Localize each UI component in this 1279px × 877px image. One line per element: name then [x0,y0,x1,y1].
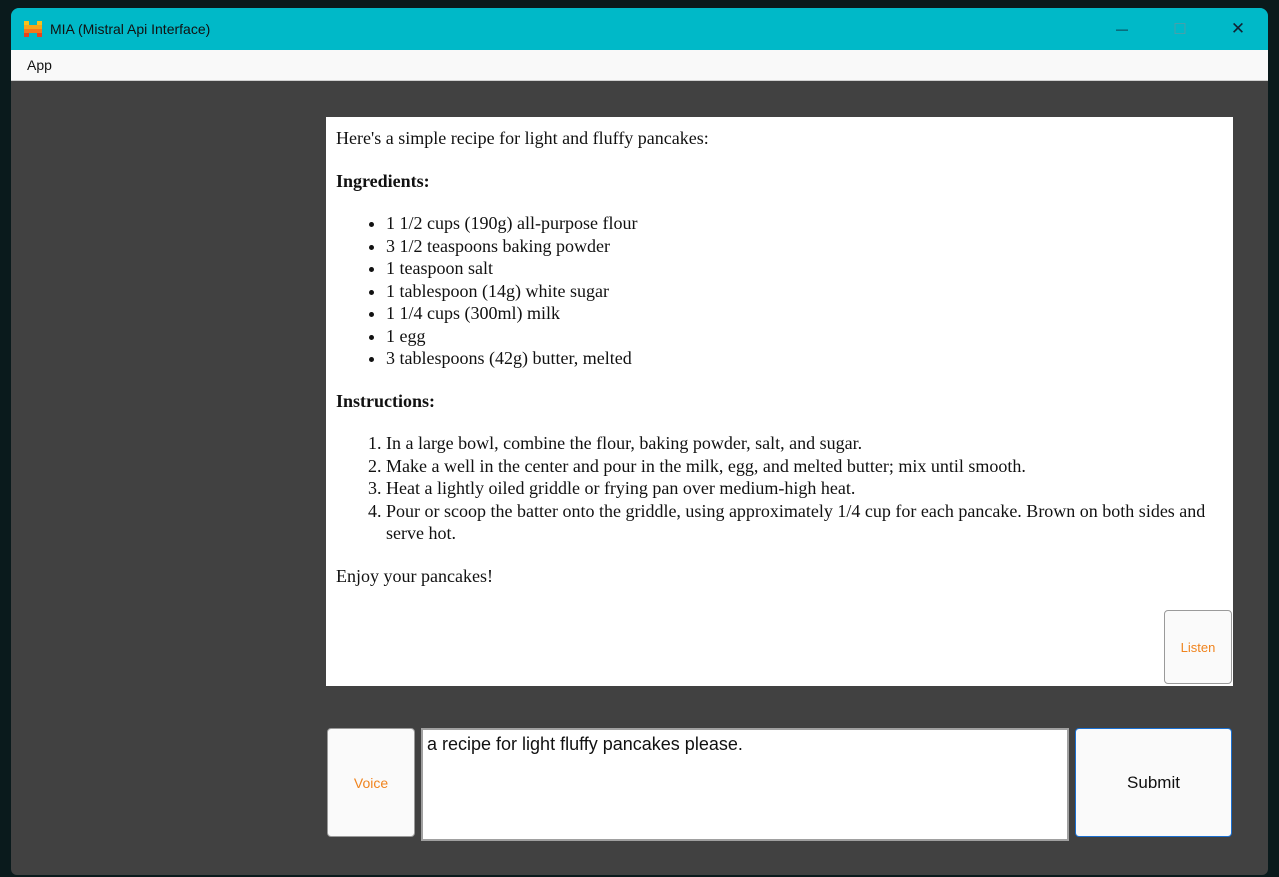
prompt-input[interactable]: a recipe for light fluffy pancakes pleas… [421,728,1069,841]
instructions-list: In a large bowl, combine the flour, baki… [336,432,1223,545]
ingredient-item: 1 1/2 cups (190g) all-purpose flour [386,212,1223,235]
maximize-button[interactable]: ☐ [1151,8,1209,50]
maximize-icon: ☐ [1173,21,1187,38]
voice-button[interactable]: Voice [327,728,415,837]
submit-button[interactable]: Submit [1075,728,1232,837]
ingredients-heading: Ingredients: [336,170,430,191]
ingredient-item: 3 1/2 teaspoons baking powder [386,235,1223,258]
ingredient-item: 1 tablespoon (14g) white sugar [386,280,1223,303]
close-icon: ✕ [1230,19,1246,38]
ingredient-item: 1 teaspoon salt [386,257,1223,280]
instructions-heading: Instructions: [336,390,436,411]
ingredients-list: 1 1/2 cups (190g) all-purpose flour 3 1/… [336,212,1223,370]
minimize-button[interactable]: — [1093,8,1151,50]
ingredient-item: 3 tablespoons (42g) butter, melted [386,347,1223,370]
instruction-step: Heat a lightly oiled griddle or frying p… [386,477,1223,500]
listen-button[interactable]: Listen [1164,610,1232,684]
ingredient-item: 1 egg [386,325,1223,348]
response-closing: Enjoy your pancakes! [336,565,493,586]
response-intro: Here's a simple recipe for light and flu… [336,128,709,148]
title-bar[interactable]: MIA (Mistral Api Interface) — ☐ ✕ [11,8,1268,50]
instruction-step: Make a well in the center and pour in th… [386,455,1223,478]
minimize-icon: — [1116,22,1128,36]
response-panel: Here's a simple recipe for light and flu… [326,117,1233,686]
app-window: MIA (Mistral Api Interface) — ☐ ✕ App He… [11,8,1268,875]
instruction-step: Pour or scoop the batter onto the griddl… [386,500,1223,545]
menu-bar: App [11,50,1268,81]
app-logo-icon [24,21,42,37]
instruction-step: In a large bowl, combine the flour, baki… [386,432,1223,455]
close-button[interactable]: ✕ [1209,8,1267,50]
menu-item-app[interactable]: App [27,57,52,73]
ingredient-item: 1 1/4 cups (300ml) milk [386,302,1223,325]
window-title: MIA (Mistral Api Interface) [50,21,211,37]
